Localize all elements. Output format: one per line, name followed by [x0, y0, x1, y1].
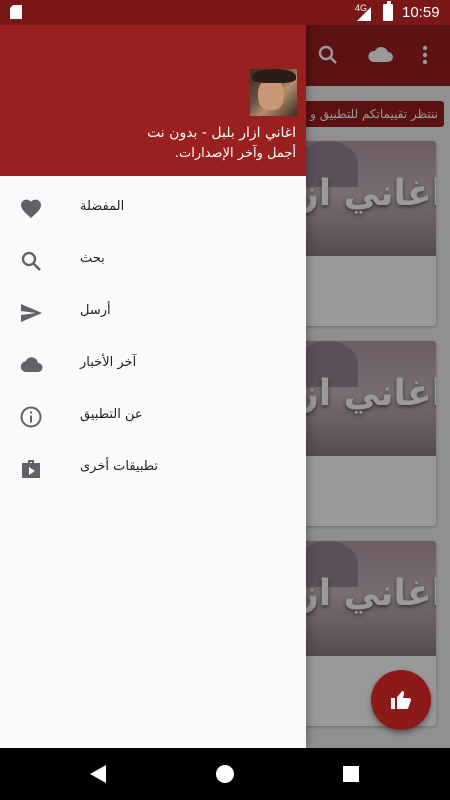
play-store-icon: [22, 460, 40, 478]
search-icon: [21, 251, 41, 271]
sd-card-icon: [10, 5, 22, 19]
menu-item-about[interactable]: عن التطبيق: [0, 391, 306, 443]
navigation-drawer: اغاني ازار بلبل - بدون نت أجمل وآخر الإص…: [0, 25, 306, 748]
cloud-icon: [20, 357, 43, 372]
home-icon[interactable]: [216, 765, 234, 783]
menu-item-news[interactable]: آخر الأخبار: [0, 339, 306, 391]
menu-item-label: المفضلة: [80, 199, 125, 214]
status-bar: 4G 10:59: [0, 0, 450, 25]
info-icon: [20, 406, 42, 428]
like-button[interactable]: [371, 670, 431, 730]
recent-apps-icon[interactable]: [343, 766, 359, 782]
menu-item-label: عن التطبيق: [80, 407, 143, 422]
battery-icon: [383, 1, 393, 21]
drawer-header: اغاني ازار بلبل - بدون نت أجمل وآخر الإص…: [0, 25, 306, 176]
back-icon[interactable]: [90, 765, 106, 783]
send-icon: [21, 304, 42, 322]
menu-item-search[interactable]: بحث: [0, 235, 306, 287]
thumbs-up-icon: [391, 690, 411, 709]
clock: 10:59: [402, 4, 440, 21]
system-nav-bar: [0, 748, 450, 800]
avatar: [250, 69, 297, 116]
network-type: 4G: [355, 3, 368, 13]
drawer-menu: المفضلة بحث أرسل آخر الأخبار عن التطبيق …: [0, 183, 306, 495]
heart-icon: [21, 199, 41, 218]
menu-item-favorites[interactable]: المفضلة: [0, 183, 306, 235]
menu-item-label: أرسل: [80, 303, 111, 318]
drawer-subtitle: أجمل وآخر الإصدارات.: [174, 146, 296, 161]
drawer-title: اغاني ازار بلبل - بدون نت: [147, 125, 296, 141]
menu-item-send[interactable]: أرسل: [0, 287, 306, 339]
menu-item-other-apps[interactable]: تطبيقات أخرى: [0, 443, 306, 495]
menu-item-label: تطبيقات أخرى: [80, 459, 159, 474]
menu-item-label: آخر الأخبار: [80, 355, 137, 370]
menu-item-label: بحث: [80, 251, 105, 266]
